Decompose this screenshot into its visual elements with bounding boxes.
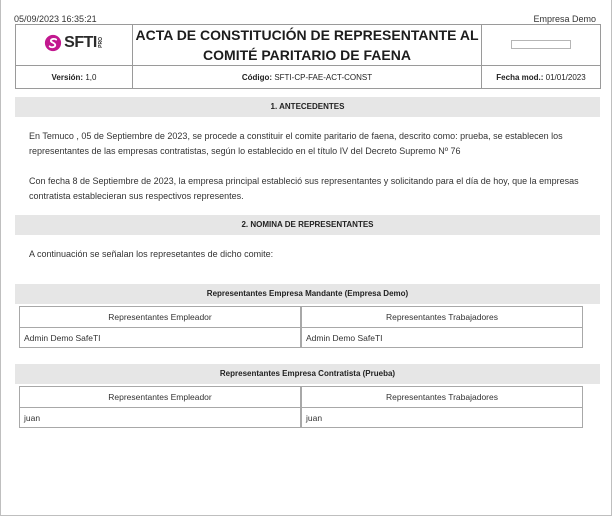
version-label: Versión: [51, 72, 84, 82]
blank-cell [481, 24, 601, 66]
mandante-workers-box: Representantes Trabajadores Admin Demo S… [301, 306, 583, 348]
code-value: SFTI-CP-FAE-ACT-CONST [274, 72, 373, 82]
nomina-intro: A continuación se señalan los represetan… [29, 249, 274, 259]
date-cell: Fecha mod.: 01/01/2023 [481, 65, 601, 89]
contratista-workers-box: Representantes Trabajadores juan [301, 386, 583, 428]
version-value: 1,0 [85, 72, 97, 82]
antecedentes-paragraph-2: Con fecha 8 de Septiembre de 2023, la em… [29, 176, 579, 201]
workers-representative: Admin Demo SafeTI [306, 333, 383, 343]
document-title: ACTA DE CONSTITUCIÓN DE REPRESENTANTE AL… [132, 24, 482, 66]
antecedentes-paragraph-1: En Temuco , 05 de Septiembre de 2023, se… [29, 131, 563, 156]
workers-representative: juan [306, 413, 323, 423]
employer-representative: juan [24, 413, 41, 423]
logo-subtext: PRO [97, 37, 104, 48]
workers-header: Representantes Trabajadores [302, 307, 582, 328]
logo-cell: SFTI PRO [15, 24, 133, 66]
print-timestamp: 05/09/2023 16:35:21 [14, 14, 97, 24]
title-line-1: ACTA DE CONSTITUCIÓN DE REPRESENTANTE AL [135, 27, 479, 43]
document-header-table: SFTI PRO ACTA DE CONSTITUCIÓN DE REPRESE… [15, 24, 601, 89]
contratista-group-heading: Representantes Empresa Contratista (Prue… [15, 364, 600, 384]
company-logo: SFTI PRO [44, 34, 104, 52]
version-cell: Versión: 1,0 [15, 65, 133, 89]
date-value: 01/01/2023 [545, 72, 586, 82]
section-nomina-heading: 2. NOMINA DE REPRESENTANTES [15, 215, 600, 235]
code-label: Código: [241, 72, 273, 82]
company-name: Empresa Demo [533, 14, 596, 24]
workers-header: Representantes Trabajadores [302, 387, 582, 408]
employer-representative: Admin Demo SafeTI [24, 333, 101, 343]
employer-header: Representantes Empleador [20, 307, 300, 328]
mandante-employer-box: Representantes Empleador Admin Demo Safe… [19, 306, 301, 348]
document-page: 05/09/2023 16:35:21 Empresa Demo SFTI PR… [0, 0, 612, 516]
employer-header: Representantes Empleador [20, 387, 300, 408]
sfti-logo-icon [45, 34, 62, 51]
title-line-2: COMITÉ PARITARIO DE FAENA [203, 47, 411, 63]
contratista-employer-box: Representantes Empleador juan [19, 386, 301, 428]
section-antecedentes-heading: 1. ANTECEDENTES [15, 97, 600, 117]
code-cell: Código: SFTI-CP-FAE-ACT-CONST [132, 65, 482, 89]
mandante-group-heading: Representantes Empresa Mandante (Empresa… [15, 284, 600, 304]
date-label: Fecha mod.: [496, 72, 544, 82]
logo-text: SFTI [64, 33, 97, 51]
empty-field-box [511, 40, 571, 49]
